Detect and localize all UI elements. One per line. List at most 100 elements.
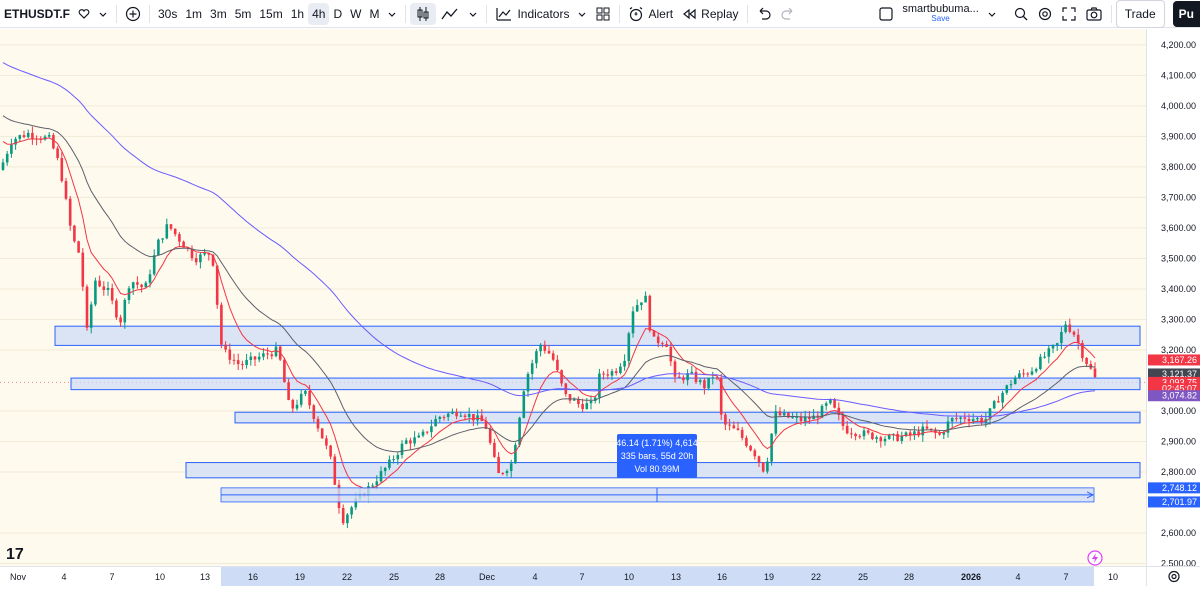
fullscreen-icon[interactable] <box>1057 3 1081 25</box>
candle[interactable] <box>56 146 59 161</box>
candle[interactable] <box>1013 375 1017 385</box>
candle[interactable] <box>173 228 177 237</box>
candle[interactable] <box>115 298 118 320</box>
redo-icon[interactable] <box>776 3 800 25</box>
timeframe-d[interactable]: D <box>329 3 346 25</box>
time-scale[interactable]: Nov 4 7 10 13 16 19 22 25 28 Dec 4 7 10 13 16 19 22 25 28 20… <box>0 566 1146 586</box>
symbol-search-button[interactable]: ETHUSDT.F <box>0 3 74 25</box>
candle[interactable] <box>85 284 89 331</box>
chevron-down-icon[interactable] <box>464 3 482 25</box>
candle[interactable] <box>199 252 202 269</box>
candle[interactable] <box>157 238 160 256</box>
candle[interactable] <box>677 371 681 378</box>
candle[interactable] <box>992 399 996 410</box>
candle[interactable] <box>770 433 773 466</box>
candle[interactable] <box>913 426 916 440</box>
price-scale[interactable]: 4,200.00 4,100.00 4,000.00 3,900.00 3,800.00… <box>1146 29 1200 569</box>
candle[interactable] <box>220 302 223 349</box>
alert-button[interactable]: Alert <box>624 3 677 25</box>
candle[interactable] <box>60 151 64 183</box>
candle[interactable] <box>10 138 13 158</box>
quick-search-icon[interactable] <box>1009 3 1033 25</box>
candle[interactable] <box>1001 390 1004 409</box>
candle[interactable] <box>535 348 538 369</box>
candle[interactable] <box>26 129 30 139</box>
candle[interactable] <box>724 412 727 431</box>
candle[interactable] <box>917 426 920 438</box>
candle[interactable] <box>690 365 694 375</box>
chevron-down-icon[interactable] <box>573 3 591 25</box>
undo-icon[interactable] <box>752 3 776 25</box>
candle[interactable] <box>1051 344 1055 354</box>
candle[interactable] <box>564 382 568 397</box>
candle[interactable] <box>270 351 274 360</box>
candle[interactable] <box>694 367 698 385</box>
timeframe-w[interactable]: W <box>346 3 365 25</box>
candle[interactable] <box>140 283 143 293</box>
candle[interactable] <box>635 299 639 312</box>
heart-icon[interactable] <box>74 3 94 25</box>
candle[interactable] <box>1068 318 1072 334</box>
chart-pane[interactable]: 46.14 (1.71%) 4,614 335 bars, 55d 20h Vol … <box>0 29 1146 566</box>
candle[interactable] <box>862 426 866 440</box>
candle[interactable] <box>295 399 299 411</box>
candle[interactable] <box>409 437 412 450</box>
candle[interactable] <box>333 453 337 485</box>
candle[interactable] <box>98 275 101 288</box>
candle[interactable] <box>623 354 626 371</box>
candle[interactable] <box>257 352 261 363</box>
candle[interactable] <box>619 363 622 375</box>
candle[interactable] <box>77 240 80 253</box>
price-chart[interactable]: 46.14 (1.71%) 4,614 335 bars, 55d 20h Vol … <box>0 29 1146 566</box>
candle[interactable] <box>304 389 307 397</box>
candle[interactable] <box>703 378 706 395</box>
chevron-down-icon[interactable] <box>94 3 112 25</box>
candle[interactable] <box>421 429 425 438</box>
candle[interactable] <box>94 277 97 307</box>
candle[interactable] <box>123 298 127 329</box>
candle[interactable] <box>631 306 635 338</box>
settings-gear-icon[interactable] <box>1033 3 1057 25</box>
candle[interactable] <box>131 281 135 295</box>
publish-button[interactable]: Pu <box>1172 0 1200 27</box>
candle[interactable] <box>253 356 257 367</box>
candle[interactable] <box>194 253 198 266</box>
chevron-down-icon[interactable] <box>983 3 1001 25</box>
candle[interactable] <box>178 232 181 247</box>
candle[interactable] <box>232 353 236 365</box>
add-symbol-button[interactable] <box>121 3 145 25</box>
candle[interactable] <box>119 314 122 327</box>
candle[interactable] <box>774 404 778 437</box>
candle[interactable] <box>249 352 253 366</box>
candle[interactable] <box>5 150 9 166</box>
candle[interactable] <box>761 461 765 473</box>
candle[interactable] <box>551 350 555 362</box>
candle[interactable] <box>745 435 748 448</box>
trade-button[interactable]: Trade <box>1115 0 1165 28</box>
candle[interactable] <box>997 395 1000 403</box>
candle[interactable] <box>1039 353 1042 371</box>
candle[interactable] <box>68 196 72 231</box>
chevron-down-icon[interactable] <box>383 3 401 25</box>
candle[interactable] <box>329 444 332 460</box>
candle[interactable] <box>934 427 937 439</box>
candle[interactable] <box>245 353 248 369</box>
candle[interactable] <box>110 283 114 305</box>
gear-icon[interactable] <box>1147 567 1200 586</box>
candle[interactable] <box>169 223 173 231</box>
candle[interactable] <box>858 434 862 440</box>
candle[interactable] <box>1089 360 1093 370</box>
candle[interactable] <box>413 431 416 447</box>
candle[interactable] <box>341 504 345 526</box>
candle[interactable] <box>236 353 240 371</box>
candle[interactable] <box>787 412 790 419</box>
scale-settings[interactable] <box>1146 566 1200 586</box>
candle[interactable] <box>417 432 421 438</box>
candle[interactable] <box>425 431 429 435</box>
candle[interactable] <box>904 431 908 438</box>
candle[interactable] <box>64 177 68 201</box>
candle[interactable] <box>589 395 593 410</box>
timeframe-m[interactable]: M <box>365 3 383 25</box>
layout-checkbox-icon[interactable] <box>874 3 898 25</box>
candle[interactable] <box>241 360 244 370</box>
